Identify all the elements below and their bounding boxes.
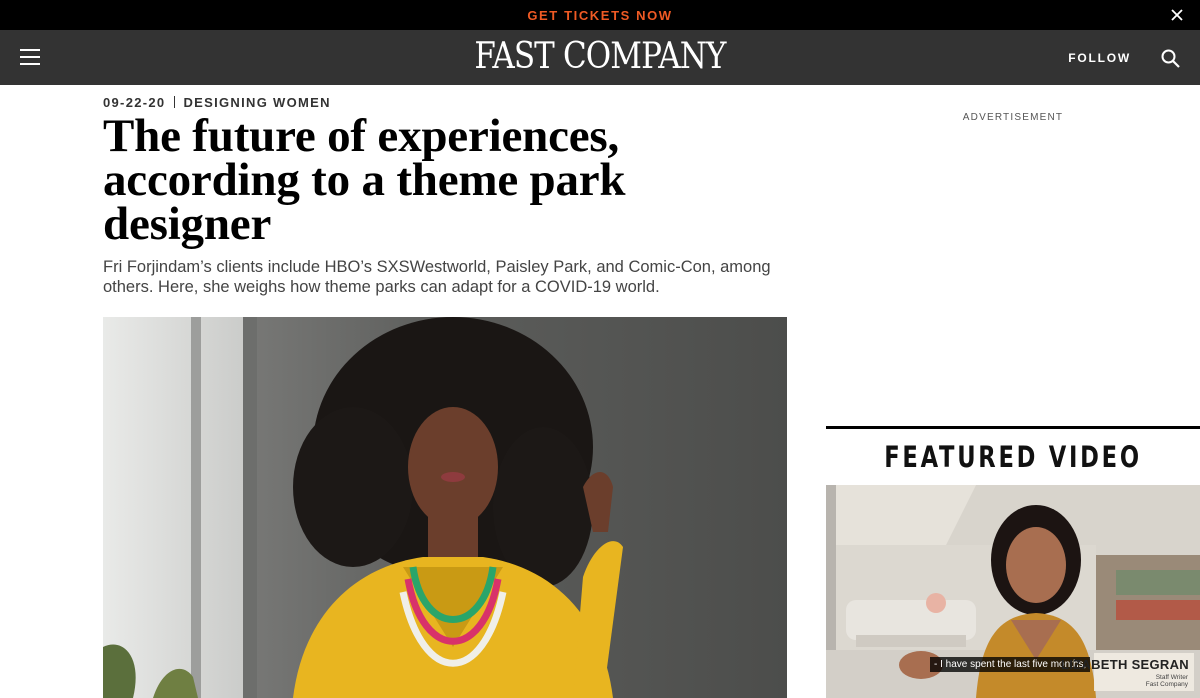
site-header: FAST COMPANY FOLLOW [0, 30, 1200, 85]
speaker-lower-third: LIZABETH SEGRAN Staff Writer Fast Compan… [1061, 653, 1194, 691]
speaker-role-line: Staff Writer [1155, 674, 1188, 681]
article-headline: The future of experiences, according to … [103, 110, 626, 250]
advertisement-label: ADVERTISEMENT [962, 112, 1064, 123]
hero-image [103, 317, 787, 698]
close-icon[interactable] [1170, 8, 1184, 22]
article-category[interactable]: DESIGNING WOMEN [183, 95, 330, 110]
featured-video-rule [826, 426, 1200, 429]
menu-icon[interactable] [20, 49, 40, 66]
featured-video-player[interactable]: - I have spent the last five months, LIZ… [826, 485, 1200, 698]
article-meta: 09-22-20 DESIGNING WOMEN [103, 95, 331, 110]
speaker-name: LIZABETH SEGRAN [1061, 657, 1189, 672]
search-icon[interactable] [1161, 49, 1180, 68]
site-logo[interactable]: FAST COMPANY [84, 37, 1116, 77]
article-dek: Fri Forjindam’s clients include HBO’s SX… [103, 258, 771, 296]
speaker-org-line: Fast Company [1145, 681, 1188, 688]
promo-bar: GET TICKETS NOW [0, 0, 1200, 30]
follow-button[interactable]: FOLLOW [1068, 51, 1131, 65]
article-date: 09-22-20 [103, 95, 166, 110]
speaker-role: Staff Writer Fast Company [1146, 674, 1188, 688]
get-tickets-link[interactable]: GET TICKETS NOW [0, 8, 1200, 23]
meta-divider [174, 96, 176, 108]
featured-video-title: FEATURED VIDEO [884, 440, 1142, 474]
